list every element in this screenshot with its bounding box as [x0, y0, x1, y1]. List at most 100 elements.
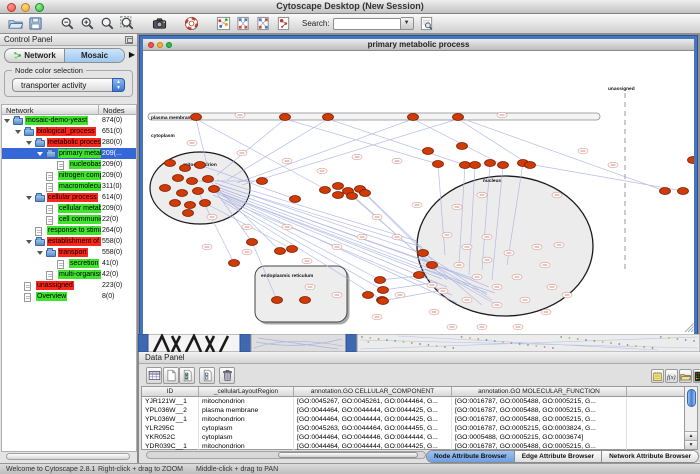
open-button[interactable] — [7, 15, 25, 33]
network-window-titlebar[interactable]: primary metabolic process — [143, 39, 694, 51]
tab-network[interactable]: Network — [5, 49, 64, 62]
tree-col-network[interactable]: Network — [1, 104, 99, 115]
tree-row[interactable]: nucleobase-209(0) — [2, 159, 136, 170]
disclosure-arrow-icon[interactable] — [4, 119, 10, 123]
zoom-out-button[interactable] — [59, 15, 77, 33]
disclosure-arrow-icon[interactable] — [26, 196, 32, 200]
zoom-fit-button[interactable] — [99, 15, 117, 33]
table-vertical-scrollbar[interactable]: ▲▼ — [684, 387, 697, 449]
node-color-dropdown[interactable]: transporter activity ▲▼ — [12, 78, 125, 92]
help-button[interactable] — [183, 15, 201, 33]
table-cell[interactable]: mitochondrion — [199, 415, 294, 424]
vscroll-thumb[interactable] — [687, 389, 696, 407]
column-header[interactable]: annotation.GO CELLULAR_COMPONENT — [294, 387, 452, 397]
table-cell[interactable]: [GO:0016787, GO:0005215, GO:0003824, G..… — [452, 424, 627, 433]
search-dropdown-button[interactable]: ▼ — [401, 17, 414, 30]
disclosure-arrow-icon[interactable] — [26, 240, 32, 244]
table-cell[interactable]: [GO:0044464, GO:0044444, GO:0044425, G..… — [294, 442, 452, 451]
table-cell[interactable]: [GO:0044464, GO:0044446, GO:0044444, G..… — [294, 433, 452, 442]
formula-button[interactable]: f(x) — [665, 369, 678, 383]
table-cell[interactable]: [GO:0016787, GO:0005488, GO:0005215, G..… — [452, 406, 627, 415]
snapshot-button[interactable] — [151, 15, 169, 33]
matrix-button[interactable] — [693, 369, 700, 383]
status-pan-hint: Middle-click + drag to PAN — [196, 466, 278, 473]
refine-search-button[interactable] — [418, 15, 436, 33]
column-header[interactable]: annotation.GO MOLECULAR_FUNCTION — [452, 387, 627, 397]
table-cell[interactable]: YDR039C__1 — [142, 442, 199, 451]
tree-row[interactable]: cell communicat22(0) — [2, 214, 136, 225]
tree-row[interactable]: biological_process651(0) — [2, 126, 136, 137]
hscroll-thumb[interactable] — [278, 452, 418, 458]
scroll-down-icon[interactable]: ▼ — [685, 440, 697, 449]
column-header[interactable]: _cellularLayoutRegion — [199, 387, 294, 397]
tab-network-attribute-browser[interactable]: Network Attribute Browser — [601, 451, 698, 462]
tree-row[interactable]: transport558(0) — [2, 247, 136, 258]
table-cell[interactable]: [GO:0044464, GO:0044444, GO:0044425, G..… — [294, 406, 452, 415]
table-cell[interactable]: [GO:0016787, GO:0005488, GO:0005215, G..… — [452, 415, 627, 424]
column-header[interactable]: ID — [142, 387, 199, 397]
tree-row[interactable]: Overview8(0) — [2, 291, 136, 302]
tree-row[interactable]: secretion41(0) — [2, 258, 136, 269]
table-horizontal-scrollbar[interactable] — [146, 451, 426, 459]
network-view-window[interactable]: primary metabolic process .glabel{font:b… — [140, 36, 697, 334]
save-button[interactable] — [27, 15, 45, 33]
table-cell[interactable]: YLR295C — [142, 424, 199, 433]
import-attributes-button[interactable] — [679, 369, 692, 383]
delete-attribute-button[interactable] — [219, 367, 235, 384]
zoom-in-button[interactable] — [79, 15, 97, 33]
table-cell[interactable]: YJR121W__1 — [142, 397, 199, 406]
network-canvas[interactable]: .glabel{font:bold 4.8px "Liberation Sans… — [143, 51, 694, 334]
table-cell[interactable]: mitochondrion — [199, 397, 294, 406]
table-cell[interactable]: cytoplasm — [199, 424, 294, 433]
notepad-button[interactable] — [651, 369, 664, 383]
tree-row[interactable]: primary metabo209(... — [2, 148, 136, 159]
table-cell[interactable]: YKR052C — [142, 433, 199, 442]
disclosure-arrow-icon[interactable] — [26, 141, 32, 145]
birdseye-button[interactable] — [215, 15, 233, 33]
tree-row[interactable]: establishment of lo558(0) — [2, 236, 136, 247]
zoom-selected-button[interactable] — [119, 15, 137, 33]
tree-row[interactable]: unassigned223(0) — [2, 280, 136, 291]
disclosure-arrow-icon[interactable] — [37, 152, 43, 156]
search-input[interactable] — [333, 18, 401, 30]
scroll-up-icon[interactable]: ▲ — [685, 431, 697, 440]
table-cell[interactable]: cytoplasm — [199, 433, 294, 442]
attribute-table[interactable]: ID_cellularLayoutRegionannotation.GO CEL… — [141, 386, 698, 450]
tree-row[interactable]: metabolic process280(0) — [2, 137, 136, 148]
tab-edge-attribute-browser[interactable]: Edge Attribute Browser — [514, 451, 601, 462]
tab-mosaic[interactable]: Mosaic — [64, 49, 124, 62]
tree-row[interactable]: mosaic-demo-yeast874(0) — [2, 115, 136, 126]
tree-row[interactable]: macromolecule311(0) — [2, 181, 136, 192]
tree-row[interactable]: response to stimulu264(0) — [2, 225, 136, 236]
table-cell[interactable]: [GO:0005488, GO:0005215, GO:0003674] — [452, 433, 627, 442]
table-cell[interactable]: plasma membrane — [199, 406, 294, 415]
attribute-grid-button[interactable] — [146, 367, 162, 384]
new-attribute-button[interactable] — [163, 367, 179, 384]
tree-row[interactable]: multi-organism pro42(0) — [2, 269, 136, 280]
tree-horizontal-scrollbar[interactable] — [6, 453, 130, 460]
table-cell[interactable]: YPL036W__2 — [142, 406, 199, 415]
svg-text:endoplasmic reticulum: endoplasmic reticulum — [261, 273, 313, 279]
tab-overflow-button[interactable]: ▶ — [129, 50, 135, 59]
disclosure-arrow-icon[interactable] — [15, 130, 21, 134]
tree-row[interactable]: cellular process614(0) — [2, 192, 136, 203]
select-attributes-button[interactable] — [179, 367, 195, 384]
tree-row[interactable]: nitrogen compo209(0) — [2, 170, 136, 181]
spring-layout-button[interactable] — [255, 15, 273, 33]
tree-row[interactable]: cellular metabo209(0) — [2, 203, 136, 214]
tree-col-nodes[interactable]: Nodes — [99, 104, 137, 115]
table-cell[interactable]: mitochondrion — [199, 442, 294, 451]
grid-layout-button[interactable] — [235, 15, 253, 33]
unselect-attributes-button[interactable] — [199, 367, 215, 384]
vizmapper-button[interactable] — [275, 15, 293, 33]
float-panel-icon[interactable] — [125, 36, 133, 44]
table-cell[interactable]: [GO:0016787, GO:0005488, GO:0005215, G..… — [452, 397, 627, 406]
tab-node-attribute-browser[interactable]: Node Attribute Browser — [427, 451, 514, 462]
network-tree[interactable]: mosaic-demo-yeast874(0)biological_proces… — [1, 115, 137, 452]
table-cell[interactable]: [GO:0044464, GO:0044444, GO:0044425, G..… — [294, 415, 452, 424]
disclosure-arrow-icon[interactable] — [37, 251, 43, 255]
table-cell[interactable]: YPL036W__1 — [142, 415, 199, 424]
table-cell[interactable]: [GO:0045267, GO:0045261, GO:0044464, G..… — [294, 397, 452, 406]
table-cell[interactable]: [GO:0045263, GO:0044464, GO:0044455, G..… — [294, 424, 452, 433]
tree-row-label: multi-organism pro — [58, 270, 101, 279]
